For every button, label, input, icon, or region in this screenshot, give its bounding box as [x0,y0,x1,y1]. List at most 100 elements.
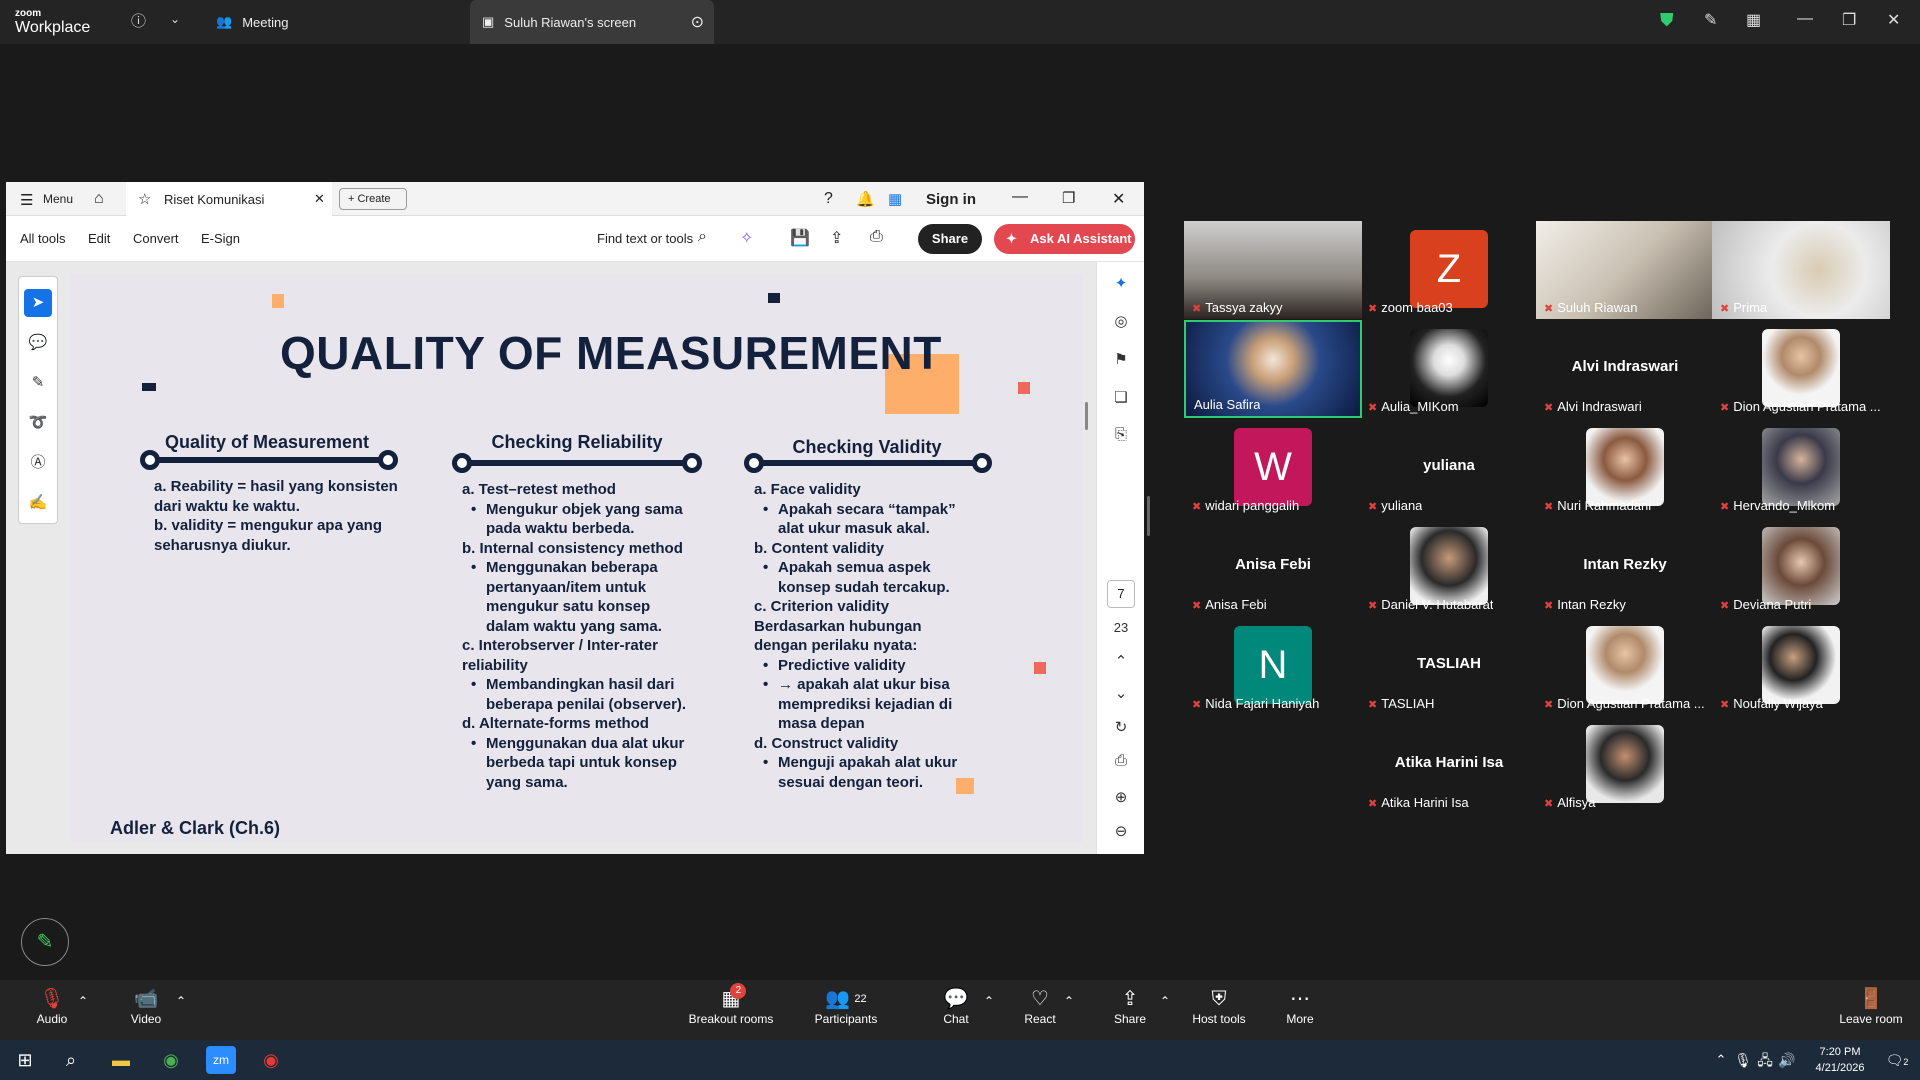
search-icon[interactable]: ⌕ [698,228,707,246]
video-options-chevron-icon[interactable]: ⌃ [176,994,186,1008]
more-button[interactable]: ⋯ More [1282,986,1318,1026]
leave-room-button[interactable]: 🚪 Leave room [1836,986,1906,1026]
tab-meeting[interactable]: 👥 Meeting [216,0,456,44]
comment-tool-icon[interactable]: 💬 [24,329,52,357]
annotate-pen-icon[interactable]: ✎ [1704,10,1717,30]
convert-menu[interactable]: Convert [133,231,179,246]
participant-tile[interactable]: ✖ Nuri Rahmadani [1536,419,1714,517]
file-explorer-icon[interactable]: ▬ [106,1046,136,1074]
breakout-rooms-button[interactable]: ▦ 2 Breakout rooms [686,983,776,1026]
all-tools-menu[interactable]: All tools [20,231,66,246]
participant-tile[interactable]: ✖ Daniel V. Hutabarat [1360,518,1538,616]
participant-tile[interactable]: TASLIAH ✖ TASLIAH [1360,617,1538,715]
participant-tile[interactable]: ✖ Alfisya [1536,716,1714,814]
participants-button[interactable]: 👥 22 Participants [810,986,882,1026]
search-taskbar-icon[interactable]: ⌕ [56,1046,86,1074]
participant-tile[interactable]: W ✖ widari panggalih [1184,419,1362,517]
participant-tile[interactable]: Anisa Febi ✖ Anisa Febi [1184,518,1362,616]
help-icon[interactable]: ? [824,190,833,208]
chat-button[interactable]: 💬 Chat [938,986,974,1026]
participant-tile[interactable]: ✖ Deviana Putri [1712,518,1890,616]
document-viewer[interactable]: ➤ 💬 ✎ ➰ Ⓐ ✍ QUALITY OF MEASUREMENT Quali… [6,262,1096,854]
participant-tile[interactable]: ✖ Tassya zakyy [1184,221,1362,319]
share-button[interactable]: Share [918,224,982,254]
create-button[interactable]: + Create [339,188,407,210]
acro-close-icon[interactable]: ✕ [1112,189,1125,209]
volume-icon[interactable]: 🔊 [1772,1046,1802,1074]
page-fit-icon[interactable]: ⎙ [1109,752,1133,769]
acro-restore-icon[interactable]: ❐ [1062,189,1075,207]
split-handle[interactable] [1147,496,1150,536]
share-screen-button[interactable]: ⇪ Share [1110,986,1150,1026]
active-speaker-tile[interactable]: Aulia Safira [1184,320,1362,418]
layout-icon[interactable]: ▦ [1746,10,1761,30]
ai-assistant-button[interactable]: ✦ Ask AI Assistant [994,224,1135,254]
apps-grid-icon[interactable]: ▦ [888,190,902,208]
react-options-chevron-icon[interactable]: ⌃ [1064,994,1074,1008]
prev-page-icon[interactable]: ⌃ [1109,652,1133,670]
attachments-icon[interactable]: ⎘ [1109,426,1133,443]
participant-tile[interactable]: Z ✖ zoom baa03 [1360,221,1538,319]
participant-tile[interactable]: ✖ Aulia_MIKom [1360,320,1538,418]
pages-icon[interactable]: ❏ [1109,388,1133,406]
minimize-icon[interactable]: — [1797,10,1813,28]
sign-in-link[interactable]: Sign in [926,191,976,208]
tab-shared-screen[interactable]: ▣ Suluh Riawan's screen ⊙ [470,0,714,44]
zoom-out-icon[interactable]: ⊖ [1109,822,1133,840]
audio-button[interactable]: 🎙 Audio [30,986,74,1026]
participant-tile[interactable]: ✖ Hervando_Mlkom [1712,419,1890,517]
comments-panel-icon[interactable]: ◎ [1109,312,1133,330]
highlight-tool-icon[interactable]: ✎ [24,369,52,397]
participant-tile[interactable]: yuliana ✖ yuliana [1360,419,1538,517]
home-icon[interactable]: ⌂ [94,190,104,208]
participant-tile[interactable]: Intan Rezky ✖ Intan Rezky [1536,518,1714,616]
chrome-icon[interactable]: ◉ [156,1046,186,1074]
video-button[interactable]: 📹 Video [124,986,168,1026]
annotation-pen-button[interactable]: ✎ [21,918,69,966]
participant-tile[interactable]: Atika Harini Isa ✖ Atika Harini Isa [1360,716,1538,814]
participant-tile[interactable]: ✖ Suluh Riawan [1536,221,1714,319]
ai-sparkle-icon[interactable]: ✧ [740,228,753,248]
find-label[interactable]: Find text or tools [597,231,693,246]
participant-tile[interactable]: N ✖ Nida Fajari Haniyah [1184,617,1362,715]
info-icon[interactable]: ⓘ [131,10,146,31]
options-icon[interactable]: ⊙ [691,12,704,32]
edit-menu[interactable]: Edit [88,231,110,246]
notifications-icon[interactable]: 🗨2 [1882,1046,1912,1074]
menu-label[interactable]: Menu [43,192,73,206]
restore-icon[interactable]: ❐ [1842,10,1856,30]
participant-tile[interactable]: ✖ Prima [1712,221,1890,319]
rotate-icon[interactable]: ↻ [1109,718,1133,736]
select-tool-icon[interactable]: ➤ [24,289,52,317]
esign-menu[interactable]: E-Sign [201,231,240,246]
document-tab[interactable]: ☆ Riset Komunikasi ✕ [126,182,332,216]
zoom-app-icon[interactable]: zm [206,1046,236,1074]
chrome-profile-icon[interactable]: ◉ [256,1046,286,1074]
star-icon[interactable]: ☆ [138,190,151,208]
close-tab-icon[interactable]: ✕ [314,191,325,207]
text-box-tool-icon[interactable]: Ⓐ [24,449,52,477]
participant-tile[interactable]: ✖ Dion Agustian Pratama ... [1712,320,1890,418]
shield-icon[interactable]: ⛊ [1660,10,1674,31]
audio-options-chevron-icon[interactable]: ⌃ [78,994,88,1008]
draw-tool-icon[interactable]: ➰ [24,409,52,437]
windows-start-icon[interactable]: ⊞ [10,1046,40,1074]
bell-icon[interactable]: 🔔 [856,190,875,208]
ai-summary-icon[interactable]: ✦ [1109,274,1133,292]
clock[interactable]: 7:20 PM 4/21/2026 [1800,1044,1880,1076]
chevron-down-icon[interactable]: ⌄ [170,12,180,26]
upload-icon[interactable]: ⇪ [830,228,843,248]
close-icon[interactable]: ✕ [1887,10,1900,30]
share-options-chevron-icon[interactable]: ⌃ [1160,994,1170,1008]
next-page-icon[interactable]: ⌄ [1109,684,1133,702]
participant-tile[interactable]: Alvi Indraswari ✖ Alvi Indraswari [1536,320,1714,418]
react-button[interactable]: ♡ React [1020,986,1060,1026]
print-icon[interactable]: ⎙ [870,228,883,246]
bookmarks-icon[interactable]: ⚑ [1109,350,1133,368]
acro-minimize-icon[interactable]: — [1012,188,1028,206]
hamburger-icon[interactable]: ☰ [20,191,33,209]
save-icon[interactable]: 💾 [790,228,810,248]
participant-tile[interactable]: ✖ Noufally Wijaya [1712,617,1890,715]
host-tools-button[interactable]: ⛨ Host tools [1188,986,1250,1026]
zoom-in-icon[interactable]: ⊕ [1109,788,1133,806]
